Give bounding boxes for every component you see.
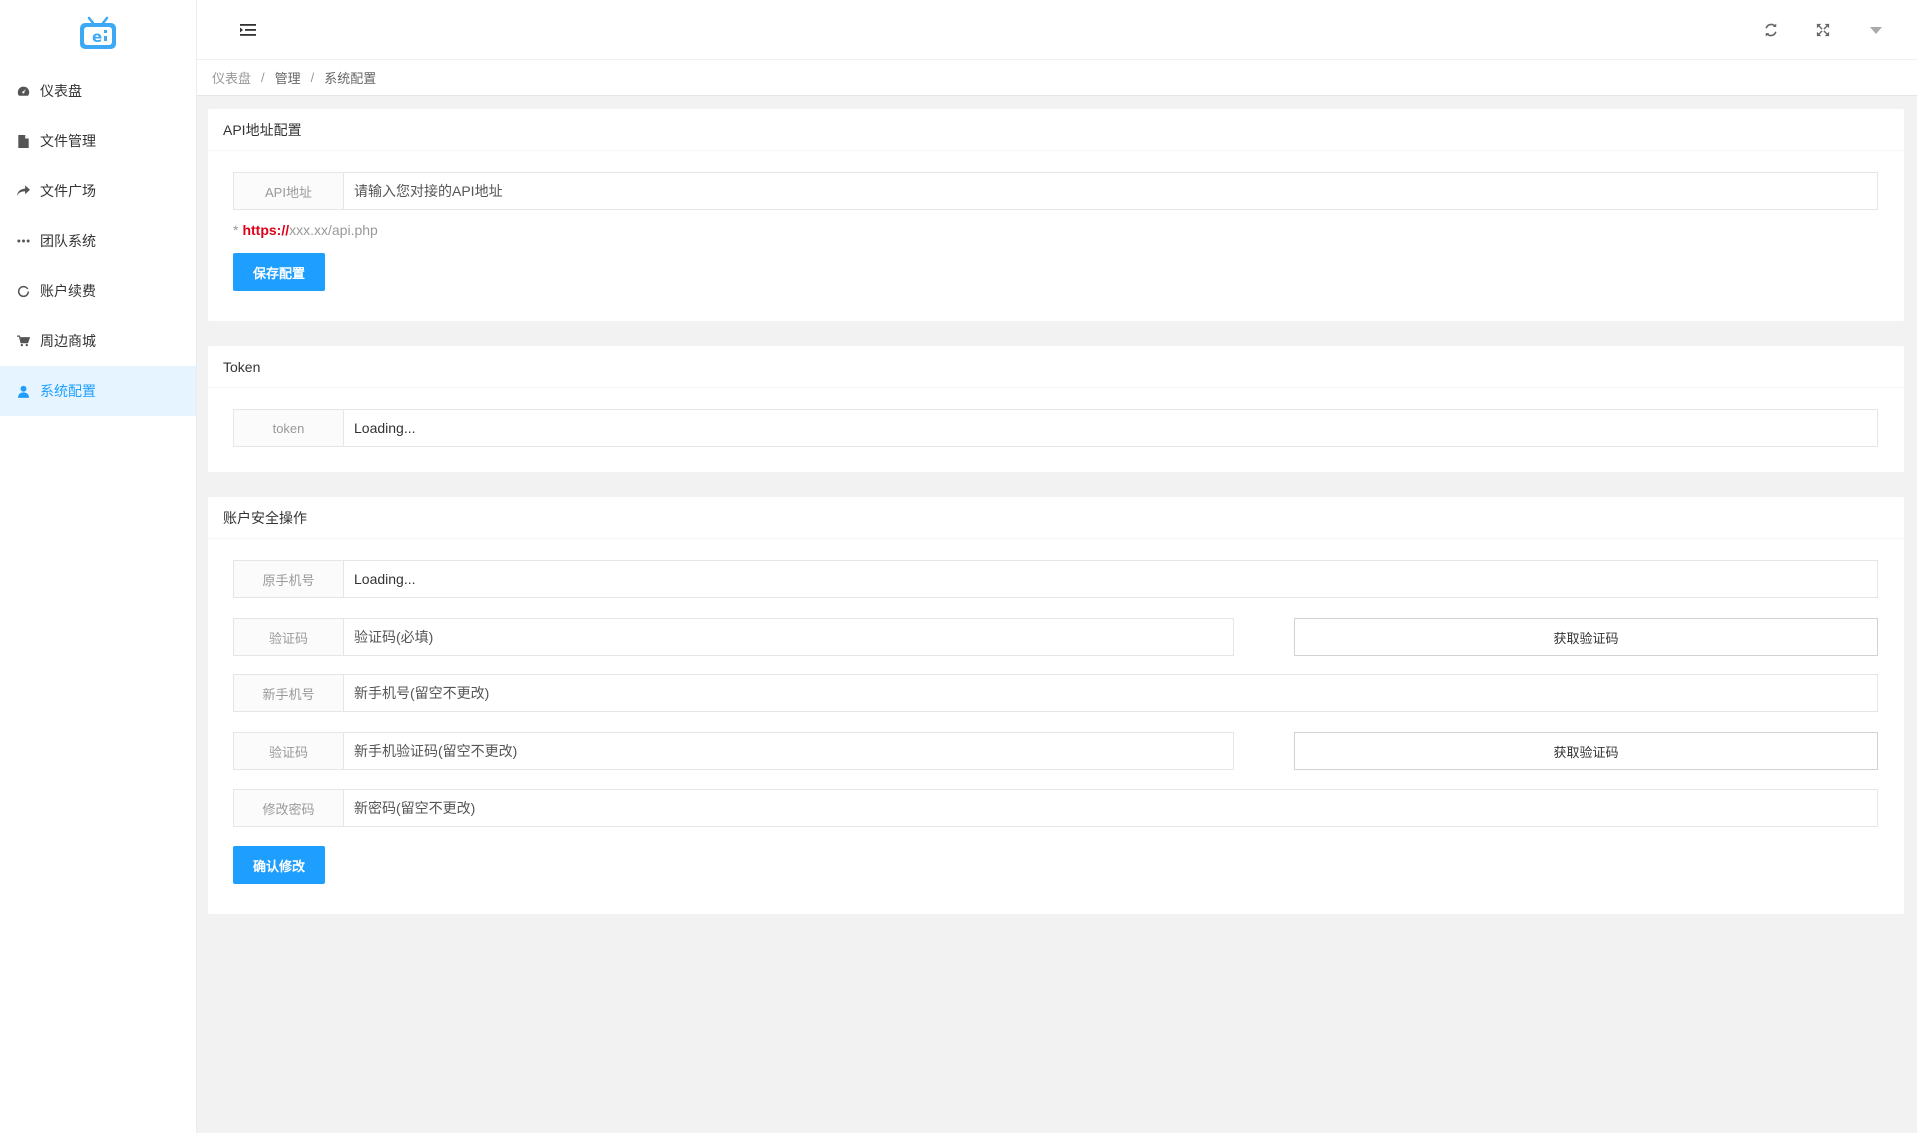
sidebar-item-label: 系统配置	[40, 383, 96, 399]
token-card: Token token	[208, 346, 1904, 472]
api-config-card: API地址配置 API地址 *https://xxx.xx/api.php 保存…	[208, 109, 1904, 321]
user-icon	[16, 384, 30, 398]
refresh-icon[interactable]	[1761, 20, 1781, 40]
hint-required-mark: *	[233, 222, 239, 238]
new-verify-code-input[interactable]	[344, 733, 1233, 769]
new-phone-input[interactable]	[344, 675, 1877, 711]
sidebar-item-label: 周边商城	[40, 333, 96, 349]
menu-toggle-icon[interactable]	[240, 23, 256, 37]
verify-code-input[interactable]	[344, 619, 1233, 655]
breadcrumb-item-system-config: 系统配置	[324, 71, 377, 86]
hint-path: xxx.xx/api.php	[289, 222, 378, 238]
dashboard-icon	[16, 84, 30, 98]
new-phone-field: 新手机号	[233, 674, 1878, 712]
card-title: 账户安全操作	[208, 497, 1904, 539]
card-title: API地址配置	[208, 109, 1904, 151]
new-verify-code-label: 验证码	[234, 733, 344, 769]
sidebar-item-label: 账户续费	[40, 283, 96, 299]
password-field: 修改密码	[233, 789, 1878, 827]
old-phone-label: 原手机号	[234, 561, 344, 597]
verify-code-field: 验证码	[233, 618, 1234, 656]
file-icon	[16, 134, 30, 148]
breadcrumb-separator: /	[310, 70, 315, 85]
sidebar-item-system-config[interactable]: 系统配置	[0, 366, 196, 416]
new-verify-code-field: 验证码	[233, 732, 1234, 770]
sidebar-item-dashboard[interactable]: 仪表盘	[0, 66, 196, 116]
hint-protocol: https://	[242, 222, 290, 238]
card-title: Token	[208, 346, 1904, 388]
sidebar-item-label: 仪表盘	[40, 83, 82, 99]
old-phone-input[interactable]	[344, 561, 1877, 597]
logo[interactable]: e	[0, 0, 196, 66]
sidebar-item-file-square[interactable]: 文件广场	[0, 166, 196, 216]
sidebar-item-merch-store[interactable]: 周边商城	[0, 316, 196, 366]
token-input[interactable]	[344, 410, 1877, 446]
breadcrumb: 仪表盘 / 管理 / 系统配置	[197, 60, 1917, 96]
password-label: 修改密码	[234, 790, 344, 826]
sidebar-item-account-renewal[interactable]: 账户续费	[0, 266, 196, 316]
old-phone-field: 原手机号	[233, 560, 1878, 598]
password-input[interactable]	[344, 790, 1877, 826]
new-phone-label: 新手机号	[234, 675, 344, 711]
token-label: token	[234, 410, 344, 446]
sidebar: e 仪表盘 文件管理 文件广场 团队系统 账户续费 周边商城 系统配置	[0, 0, 197, 1133]
api-url-label: API地址	[234, 173, 344, 209]
get-code-button[interactable]: 获取验证码	[1294, 618, 1878, 656]
dropdown-caret-icon[interactable]	[1866, 20, 1886, 40]
api-url-hint: * https://xxx.xx/api.php	[233, 222, 378, 238]
sidebar-item-label: 文件管理	[40, 133, 96, 149]
breadcrumb-item-manage[interactable]: 管理	[275, 68, 301, 87]
refresh-circle-icon	[16, 284, 30, 298]
api-url-input[interactable]	[344, 173, 1877, 209]
tv-logo-icon: e	[80, 16, 116, 49]
sidebar-item-file-management[interactable]: 文件管理	[0, 116, 196, 166]
save-config-button[interactable]: 保存配置	[233, 253, 325, 291]
breadcrumb-item-dashboard[interactable]: 仪表盘	[212, 68, 251, 87]
sidebar-item-team-system[interactable]: 团队系统	[0, 216, 196, 266]
confirm-change-button[interactable]: 确认修改	[233, 846, 325, 884]
top-header	[197, 0, 1917, 60]
share-icon	[16, 184, 30, 198]
api-url-field: API地址	[233, 172, 1878, 210]
token-field: token	[233, 409, 1878, 447]
cart-icon	[16, 334, 30, 348]
svg-text:e: e	[92, 28, 102, 46]
ellipsis-icon	[16, 234, 30, 248]
sidebar-item-label: 文件广场	[40, 183, 96, 199]
breadcrumb-separator: /	[261, 70, 265, 85]
verify-code-label: 验证码	[234, 619, 344, 655]
fullscreen-icon[interactable]	[1813, 20, 1833, 40]
sidebar-nav: 仪表盘 文件管理 文件广场 团队系统 账户续费 周边商城 系统配置	[0, 66, 196, 416]
get-new-code-button[interactable]: 获取验证码	[1294, 732, 1878, 770]
account-security-card: 账户安全操作 原手机号 验证码 获取验证码 新手机号 验证码 获取验证码 修改密…	[208, 497, 1904, 914]
sidebar-item-label: 团队系统	[40, 233, 96, 249]
